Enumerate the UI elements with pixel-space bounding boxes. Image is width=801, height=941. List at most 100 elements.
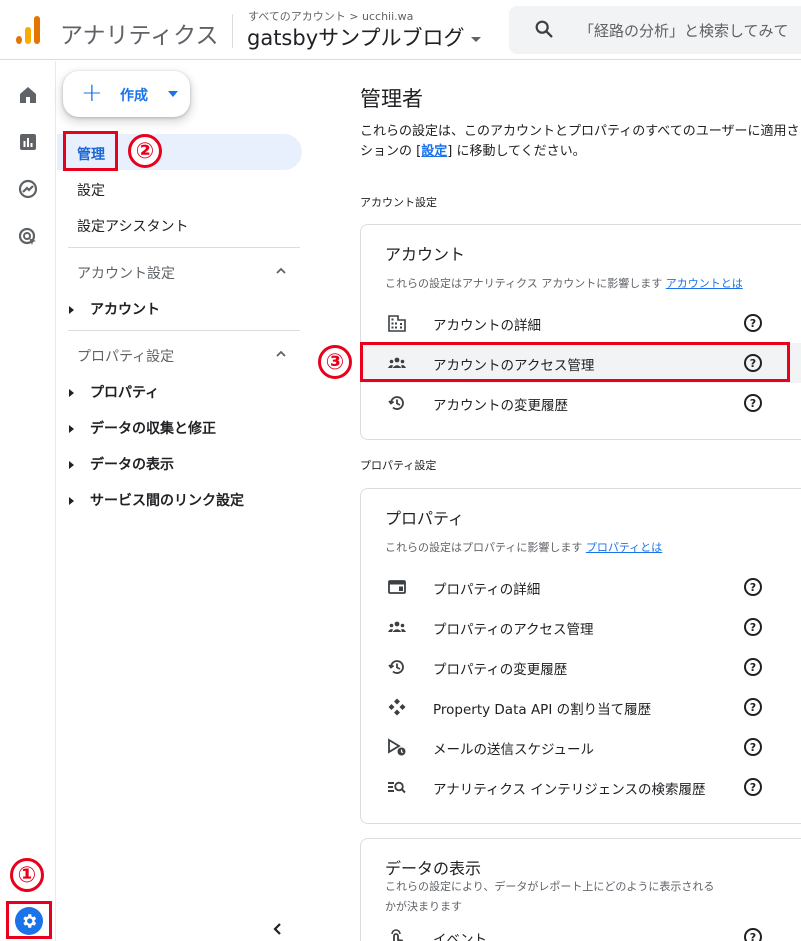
nav-divider	[68, 247, 300, 248]
expand-arrow-icon	[69, 389, 74, 397]
row-label: アカウントの詳細	[433, 318, 541, 334]
row-scheduled-emails[interactable]: メールの送信スケジュール ?	[361, 727, 801, 767]
main-content: 管理者 これらの設定は、このアカウントとプロパティのすべてのユーザーに適用されま…	[326, 61, 801, 941]
api-icon	[388, 698, 406, 716]
app-title: アナリティクス	[60, 23, 219, 49]
what-is-account-link[interactable]: アカウントとは	[666, 277, 743, 290]
nav-item-data-display[interactable]: データの表示	[69, 454, 174, 474]
event-icon	[391, 929, 403, 941]
chevron-up-icon[interactable]	[275, 265, 287, 277]
row-property-change-history[interactable]: プロパティの変更履歴 ?	[361, 647, 801, 687]
search-icon	[535, 20, 553, 38]
property-card: プロパティ これらの設定はプロパティに影響します プロパティとは プロパティの詳…	[360, 488, 801, 824]
chevron-up-icon[interactable]	[275, 348, 287, 360]
analytics-logo-icon[interactable]	[16, 16, 40, 44]
row-label: メールの送信スケジュール	[433, 742, 595, 758]
row-intelligence-search-history[interactable]: アナリティクス インテリジェンスの検索履歴 ?	[361, 767, 801, 807]
expand-arrow-icon	[69, 497, 74, 505]
nav-divider	[68, 330, 300, 331]
help-icon[interactable]: ?	[744, 618, 762, 636]
expand-arrow-icon	[69, 461, 74, 469]
reports-icon[interactable]	[16, 130, 40, 154]
nav-item-settings[interactable]: 設定	[77, 180, 105, 200]
header-divider	[232, 14, 233, 48]
row-label: プロパティのアクセス管理	[433, 622, 594, 638]
history-icon	[388, 660, 404, 674]
help-icon[interactable]: ?	[744, 578, 762, 596]
annotation-3: ③	[318, 345, 352, 379]
nav-item-setup-assistant[interactable]: 設定アシスタント	[77, 216, 188, 236]
gear-icon	[15, 907, 43, 935]
card-title: アカウント	[385, 245, 466, 264]
top-header: アナリティクス すべてのアカウント > ucchii.wa gatsbyサンプル…	[0, 0, 801, 60]
home-icon[interactable]	[16, 83, 40, 107]
help-icon[interactable]: ?	[744, 698, 762, 716]
building-icon	[388, 315, 406, 332]
admin-button[interactable]	[6, 901, 52, 939]
card-description-line1: これらの設定により、データがレポート上にどのように表示される	[385, 880, 715, 893]
row-property-access-management[interactable]: プロパティのアクセス管理 ?	[361, 607, 801, 647]
nav-section-account-settings[interactable]: アカウント設定	[77, 263, 175, 283]
property-selector[interactable]: gatsbyサンプルブログ	[247, 22, 481, 52]
annotation-1: ①	[10, 858, 44, 892]
nav-item-property[interactable]: プロパティ	[69, 382, 159, 402]
nav-section-property-settings[interactable]: プロパティ設定	[77, 346, 174, 366]
create-label: 作成	[120, 88, 148, 104]
search-history-icon	[388, 781, 406, 794]
dropdown-caret-icon	[168, 91, 178, 97]
data-display-card: データの表示 これらの設定により、データがレポート上にどのように表示される かが…	[360, 838, 801, 941]
annotation-box-access-management	[360, 342, 790, 382]
nav-item-account[interactable]: アカウント	[69, 299, 160, 319]
dropdown-caret-icon	[470, 36, 481, 42]
annotation-2: ②	[128, 134, 162, 168]
account-section-label: アカウント設定	[360, 196, 437, 209]
advertising-icon[interactable]	[16, 225, 40, 249]
row-account-change-history[interactable]: アカウントの変更履歴 ?	[361, 383, 801, 423]
what-is-property-link[interactable]: プロパティとは	[586, 541, 662, 554]
annotation-box-admin	[63, 131, 118, 171]
card-description-line2: かが決まります	[385, 900, 462, 913]
row-label: アナリティクス インテリジェンスの検索履歴	[433, 782, 706, 798]
row-label: イベント	[433, 932, 487, 941]
settings-link[interactable]: 設定	[421, 144, 447, 159]
help-icon[interactable]: ?	[744, 928, 762, 941]
card-description: これらの設定はアナリティクス アカウントに影響します アカウントとは	[385, 277, 743, 290]
group-icon	[388, 621, 406, 632]
nav-item-product-links[interactable]: サービス間のリンク設定	[69, 490, 244, 510]
explore-icon[interactable]	[16, 177, 40, 201]
row-label: プロパティの変更履歴	[433, 662, 568, 678]
admin-nav-panel: + 作成 管理 設定 設定アシスタント アカウント設定 アカウント プロパティ設…	[57, 61, 325, 941]
left-rail	[0, 61, 56, 941]
help-icon[interactable]: ?	[744, 778, 762, 796]
help-icon[interactable]: ?	[744, 394, 762, 412]
card-description: これらの設定はプロパティに影響します プロパティとは	[385, 541, 663, 554]
search-placeholder: 「経路の分析」と検索してみて	[579, 22, 789, 40]
row-account-details[interactable]: アカウントの詳細 ?	[361, 303, 801, 343]
nav-item-data-collection[interactable]: データの収集と修正	[69, 418, 216, 438]
card-title: プロパティ	[385, 509, 465, 528]
row-property-data-api-quota-history[interactable]: Property Data API の割り当て履歴 ?	[361, 687, 801, 727]
help-icon[interactable]: ?	[744, 738, 762, 756]
property-section-label: プロパティ設定	[360, 459, 437, 472]
account-card: アカウント これらの設定はアナリティクス アカウントに影響します アカウントとは…	[360, 224, 801, 440]
collapse-chevron-left-icon[interactable]	[269, 921, 285, 937]
create-button[interactable]: + 作成	[63, 71, 190, 117]
row-events[interactable]: イベント ?	[361, 917, 801, 941]
card-title: データの表示	[385, 859, 482, 878]
help-icon[interactable]: ?	[744, 314, 762, 332]
row-label: アカウントの変更履歴	[433, 398, 568, 414]
expand-arrow-icon	[69, 425, 74, 433]
row-property-details[interactable]: プロパティの詳細 ?	[361, 567, 801, 607]
search-bar[interactable]: 「経路の分析」と検索してみて	[509, 6, 801, 54]
scheduled-email-icon	[388, 738, 406, 756]
page-description: これらの設定は、このアカウントとプロパティのすべてのユーザーに適用されます。個人…	[360, 124, 800, 159]
page-title: 管理者	[360, 87, 423, 111]
history-icon	[388, 396, 404, 410]
details-icon	[388, 580, 406, 594]
row-label: Property Data API の割り当て履歴	[433, 702, 652, 718]
property-name: gatsbyサンプルブログ	[247, 26, 465, 50]
help-icon[interactable]: ?	[744, 658, 762, 676]
plus-icon: +	[81, 78, 103, 108]
row-label: プロパティの詳細	[433, 582, 541, 598]
expand-arrow-icon	[69, 306, 74, 314]
